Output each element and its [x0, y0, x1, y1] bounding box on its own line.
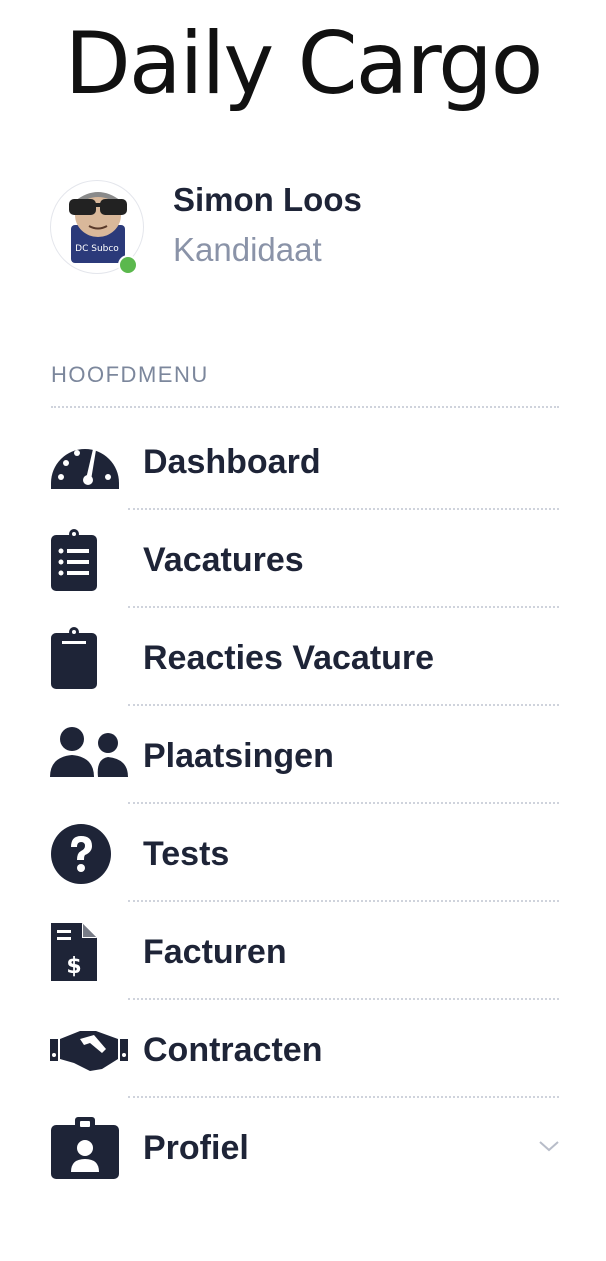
- sidebar-menu: Daily Cargo DC Subco Simon Loos Kandidaa…: [0, 0, 606, 1261]
- tachometer-icon: [50, 431, 128, 491]
- menu-item-label: Facturen: [143, 933, 287, 971]
- user-name: Simon Loos: [173, 181, 362, 218]
- menu-item-label: Reacties Vacature: [143, 639, 435, 677]
- chevron-down-icon[interactable]: [537, 1136, 561, 1156]
- handshake-icon: [50, 1019, 128, 1079]
- online-status-dot: [118, 255, 138, 275]
- clipboard-icon: [50, 627, 128, 689]
- menu-item-label: Tests: [143, 835, 230, 873]
- question-circle-icon: [50, 823, 128, 884]
- menu-item-dashboard[interactable]: Dashboard: [0, 412, 606, 510]
- menu-item-plaatsingen[interactable]: Plaatsingen: [0, 706, 606, 804]
- user-role: Kandidaat: [173, 231, 322, 268]
- menu-item-label: Contracten: [143, 1031, 323, 1069]
- menu-item-label: Profiel: [143, 1129, 249, 1167]
- menu-item-vacatures[interactable]: Vacatures: [0, 510, 606, 608]
- menu-item-facturen[interactable]: $ Facturen: [0, 902, 606, 1000]
- user-profile[interactable]: DC Subco Simon Loos Kandidaat: [50, 180, 550, 275]
- menu-item-profiel[interactable]: Profiel: [0, 1098, 606, 1196]
- menu-item-tests[interactable]: Tests: [0, 804, 606, 902]
- menu-section-heading: HOOFDMENU: [51, 362, 209, 387]
- users-icon: [50, 725, 128, 785]
- avatar-text: DC Subco: [75, 244, 119, 254]
- brand-logo[interactable]: Daily Cargo: [0, 18, 606, 110]
- menu-item-label: Vacatures: [143, 541, 304, 579]
- file-invoice-dollar-icon: $: [50, 921, 128, 981]
- menu-top-divider: [51, 406, 559, 408]
- menu-item-label: Dashboard: [143, 443, 321, 481]
- svg-text:$: $: [66, 954, 81, 979]
- menu-item-reacties-vacature[interactable]: Reacties Vacature: [0, 608, 606, 706]
- clipboard-list-icon: [50, 529, 128, 591]
- id-badge-icon: [50, 1117, 128, 1179]
- menu-item-label: Plaatsingen: [143, 737, 334, 775]
- menu-item-contracten[interactable]: Contracten: [0, 1000, 606, 1098]
- avatar[interactable]: DC Subco: [50, 180, 144, 275]
